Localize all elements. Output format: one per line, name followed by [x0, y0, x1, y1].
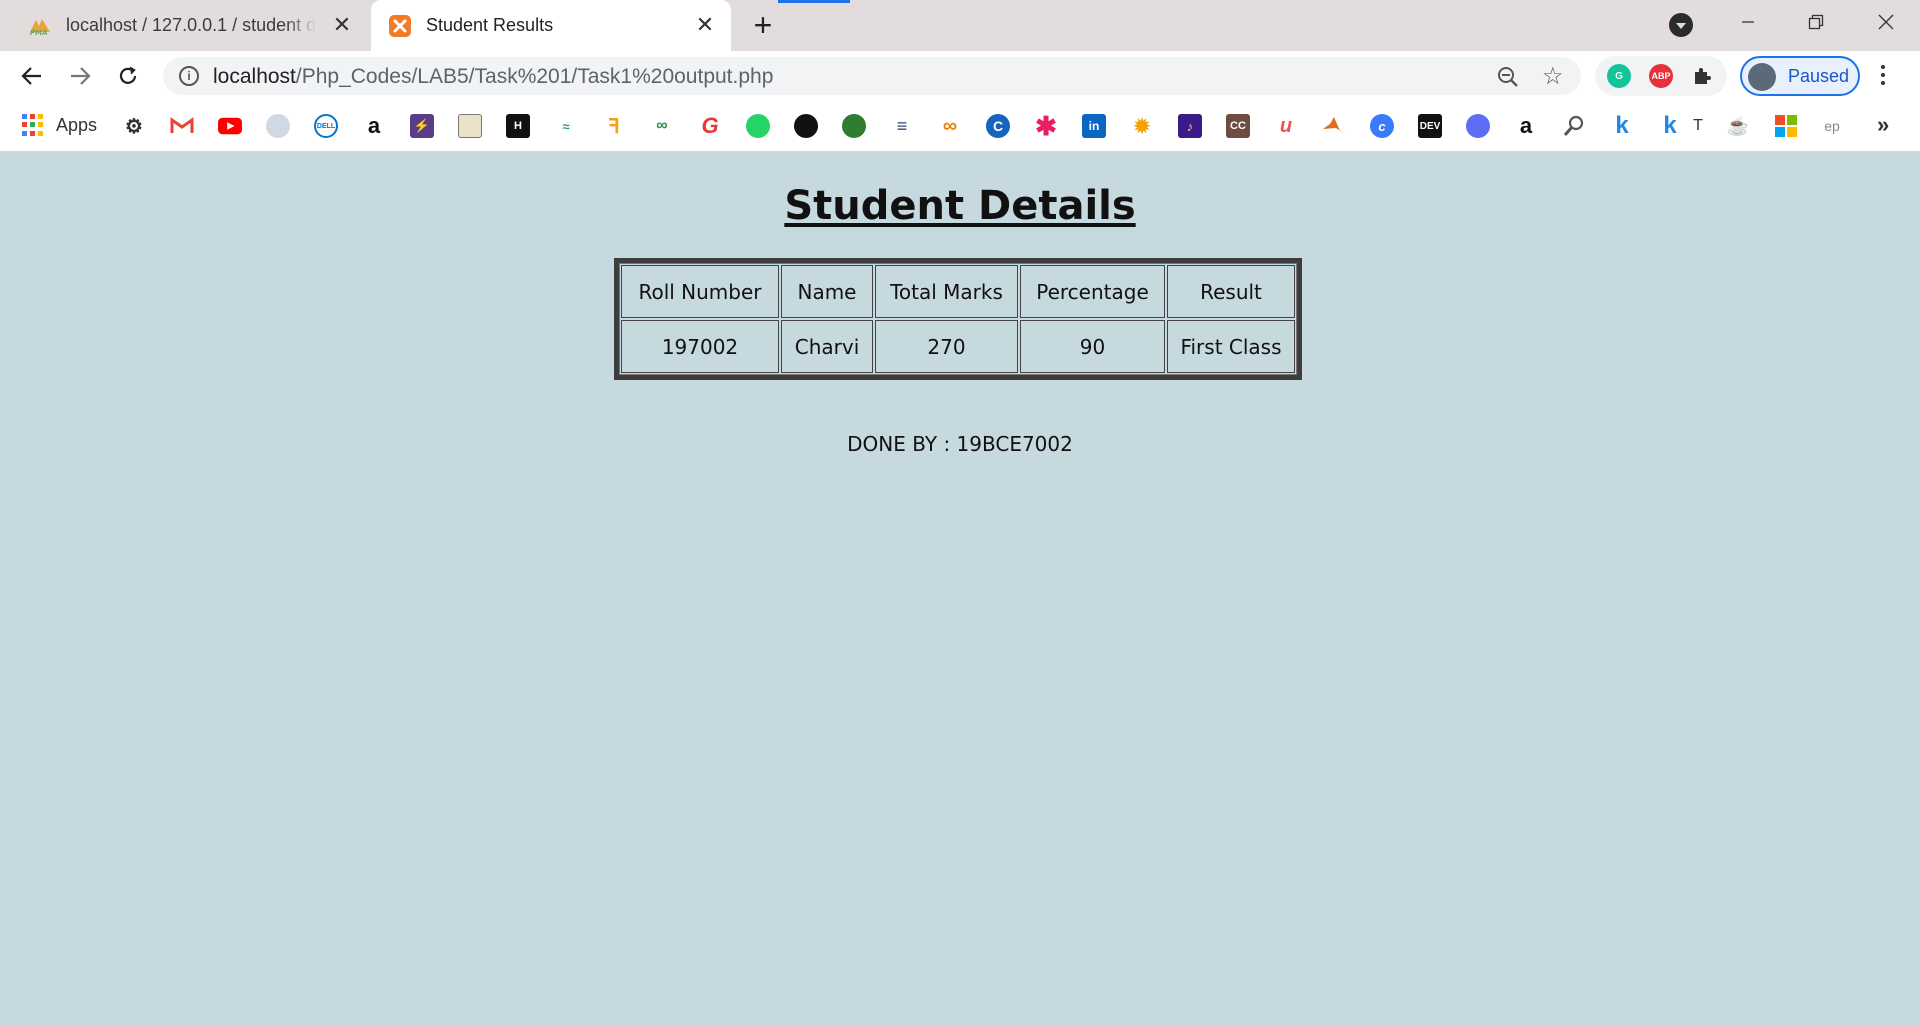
- reload-button[interactable]: [113, 61, 143, 91]
- minimize-button[interactable]: [1714, 0, 1782, 44]
- forward-button[interactable]: [65, 61, 95, 91]
- tab-phpmyadmin[interactable]: PMA localhost / 127.0.0.1 / student de ✕: [28, 0, 368, 51]
- forward-arrow-icon: [71, 67, 91, 85]
- google-icon[interactable]: G: [698, 113, 722, 138]
- column-header-roll-number: Roll Number: [621, 265, 779, 318]
- linkedin-icon[interactable]: in: [1082, 114, 1106, 138]
- browser-toolbar: i localhost/Php_Codes/LAB5/Task%201/Task…: [0, 51, 1920, 100]
- k-icon[interactable]: k: [1658, 112, 1682, 139]
- github-icon[interactable]: [794, 114, 818, 138]
- tab-title: localhost / 127.0.0.1 / student de: [66, 15, 316, 35]
- back-button[interactable]: [17, 61, 47, 91]
- extensions-puzzle-icon[interactable]: [1691, 64, 1715, 88]
- apps-grid-icon: [22, 114, 44, 136]
- cell-total-marks: 270: [875, 320, 1018, 373]
- k-icon[interactable]: k: [1610, 112, 1634, 139]
- xampp-icon: [388, 14, 412, 38]
- loading-indicator: [778, 0, 850, 3]
- profile-status-label: Paused: [1788, 66, 1850, 86]
- bookmark-icon[interactable]: [266, 114, 290, 138]
- bookmark-star-icon[interactable]: ☆: [1542, 62, 1564, 91]
- tab-title: Student Results: [426, 15, 554, 35]
- page-content: Student Details Roll Number Name Total M…: [0, 153, 1920, 1026]
- grammarly-icon[interactable]: G: [1607, 64, 1631, 88]
- new-tab-button[interactable]: +: [748, 9, 778, 41]
- coursera-icon[interactable]: c: [1370, 114, 1394, 138]
- extensions-area: G ABP: [1595, 56, 1727, 96]
- url-text[interactable]: localhost/Php_Codes/LAB5/Task%201/Task1%…: [213, 65, 773, 89]
- site-info-icon[interactable]: i: [179, 66, 199, 86]
- close-tab-icon[interactable]: ✕: [693, 13, 717, 37]
- phpmyadmin-icon: PMA: [28, 14, 52, 38]
- leetcode-icon[interactable]: ꟻ: [602, 114, 626, 138]
- svg-text:PMA: PMA: [30, 29, 48, 36]
- url-host: localhost: [213, 65, 296, 88]
- apps-shortcut[interactable]: Apps: [22, 114, 97, 136]
- cell-name: Charvi: [781, 320, 873, 373]
- image-icon[interactable]: [458, 114, 482, 138]
- restore-button[interactable]: [1782, 0, 1850, 44]
- music-icon[interactable]: ♪: [1178, 114, 1202, 138]
- back-arrow-icon: [21, 67, 41, 85]
- gmail-icon[interactable]: [170, 114, 194, 138]
- dev-icon[interactable]: DEV: [1418, 114, 1442, 138]
- column-header-percentage: Percentage: [1020, 265, 1165, 318]
- ep-icon[interactable]: ep: [1820, 114, 1844, 138]
- tab-search-icon[interactable]: [1669, 13, 1693, 37]
- more-menu-icon[interactable]: [1880, 65, 1886, 89]
- whatsapp-icon[interactable]: [746, 114, 770, 138]
- search-icon[interactable]: [1562, 114, 1586, 138]
- c-icon[interactable]: C: [986, 114, 1010, 138]
- table-header-row: Roll Number Name Total Marks Percentage …: [621, 265, 1295, 318]
- java-icon[interactable]: ☕: [1726, 114, 1750, 138]
- zoom-out-icon[interactable]: [1496, 65, 1520, 89]
- circle-icon[interactable]: [842, 114, 866, 138]
- youtube-icon[interactable]: [218, 114, 242, 138]
- page-title: Student Details: [784, 183, 1136, 229]
- stack-icon[interactable]: ≡: [890, 114, 914, 138]
- geeksforgeeks-icon[interactable]: ∞: [650, 114, 674, 138]
- more-bookmarks-icon[interactable]: »: [1877, 112, 1889, 138]
- amazon-icon[interactable]: a: [362, 113, 386, 138]
- close-tab-icon[interactable]: ✕: [330, 13, 354, 37]
- settings-icon[interactable]: ⚙: [122, 114, 146, 138]
- profile-button[interactable]: Paused: [1740, 56, 1860, 96]
- cell-result: First Class: [1167, 320, 1295, 373]
- bolt-icon[interactable]: ⚡: [410, 114, 434, 138]
- done-by-text: DONE BY : 19BCE7002: [847, 432, 1073, 456]
- cell-roll-number: 197002: [621, 320, 779, 373]
- infinity-icon[interactable]: ∞: [938, 114, 962, 138]
- cell-percentage: 90: [1020, 320, 1165, 373]
- sun-icon[interactable]: ✹: [1130, 114, 1154, 138]
- tab-student-results[interactable]: Student Results ✕: [371, 0, 731, 51]
- column-header-name: Name: [781, 265, 873, 318]
- meet-icon[interactable]: [1466, 114, 1490, 138]
- cc-icon[interactable]: CC: [1226, 114, 1250, 138]
- tab-strip: PMA localhost / 127.0.0.1 / student de ✕…: [0, 0, 1920, 51]
- reload-icon: [119, 66, 137, 84]
- microsoft-icon[interactable]: [1774, 114, 1798, 138]
- student-details-table: Roll Number Name Total Marks Percentage …: [614, 258, 1302, 380]
- column-header-total-marks: Total Marks: [875, 265, 1018, 318]
- dell-icon[interactable]: DELL: [314, 114, 338, 138]
- apps-label: Apps: [56, 114, 98, 135]
- table-row: 197002 Charvi 270 90 First Class: [621, 320, 1295, 373]
- adblock-icon[interactable]: ABP: [1649, 64, 1673, 88]
- column-header-result: Result: [1167, 265, 1295, 318]
- t-icon[interactable]: T: [1686, 114, 1710, 138]
- asterisk-icon[interactable]: ✱: [1034, 111, 1058, 141]
- address-bar[interactable]: i localhost/Php_Codes/LAB5/Task%201/Task…: [163, 57, 1581, 95]
- url-path: /Php_Codes/LAB5/Task%201/Task1%20output.…: [295, 65, 774, 88]
- chart-icon[interactable]: ≈: [554, 114, 578, 138]
- student-table-wrapper: Roll Number Name Total Marks Percentage …: [614, 258, 1302, 380]
- avatar: [1748, 63, 1776, 91]
- hackerrank-icon[interactable]: H: [506, 114, 530, 138]
- matlab-icon[interactable]: [1322, 114, 1346, 138]
- close-window-button[interactable]: [1852, 0, 1920, 44]
- udemy-icon[interactable]: u: [1274, 114, 1298, 138]
- bookmarks-bar: Apps ⚙ DELL a ⚡ H ≈ ꟻ ∞ G ≡ ∞ C ✱ in ✹ ♪…: [0, 100, 1920, 152]
- amazon-icon[interactable]: a: [1514, 113, 1538, 138]
